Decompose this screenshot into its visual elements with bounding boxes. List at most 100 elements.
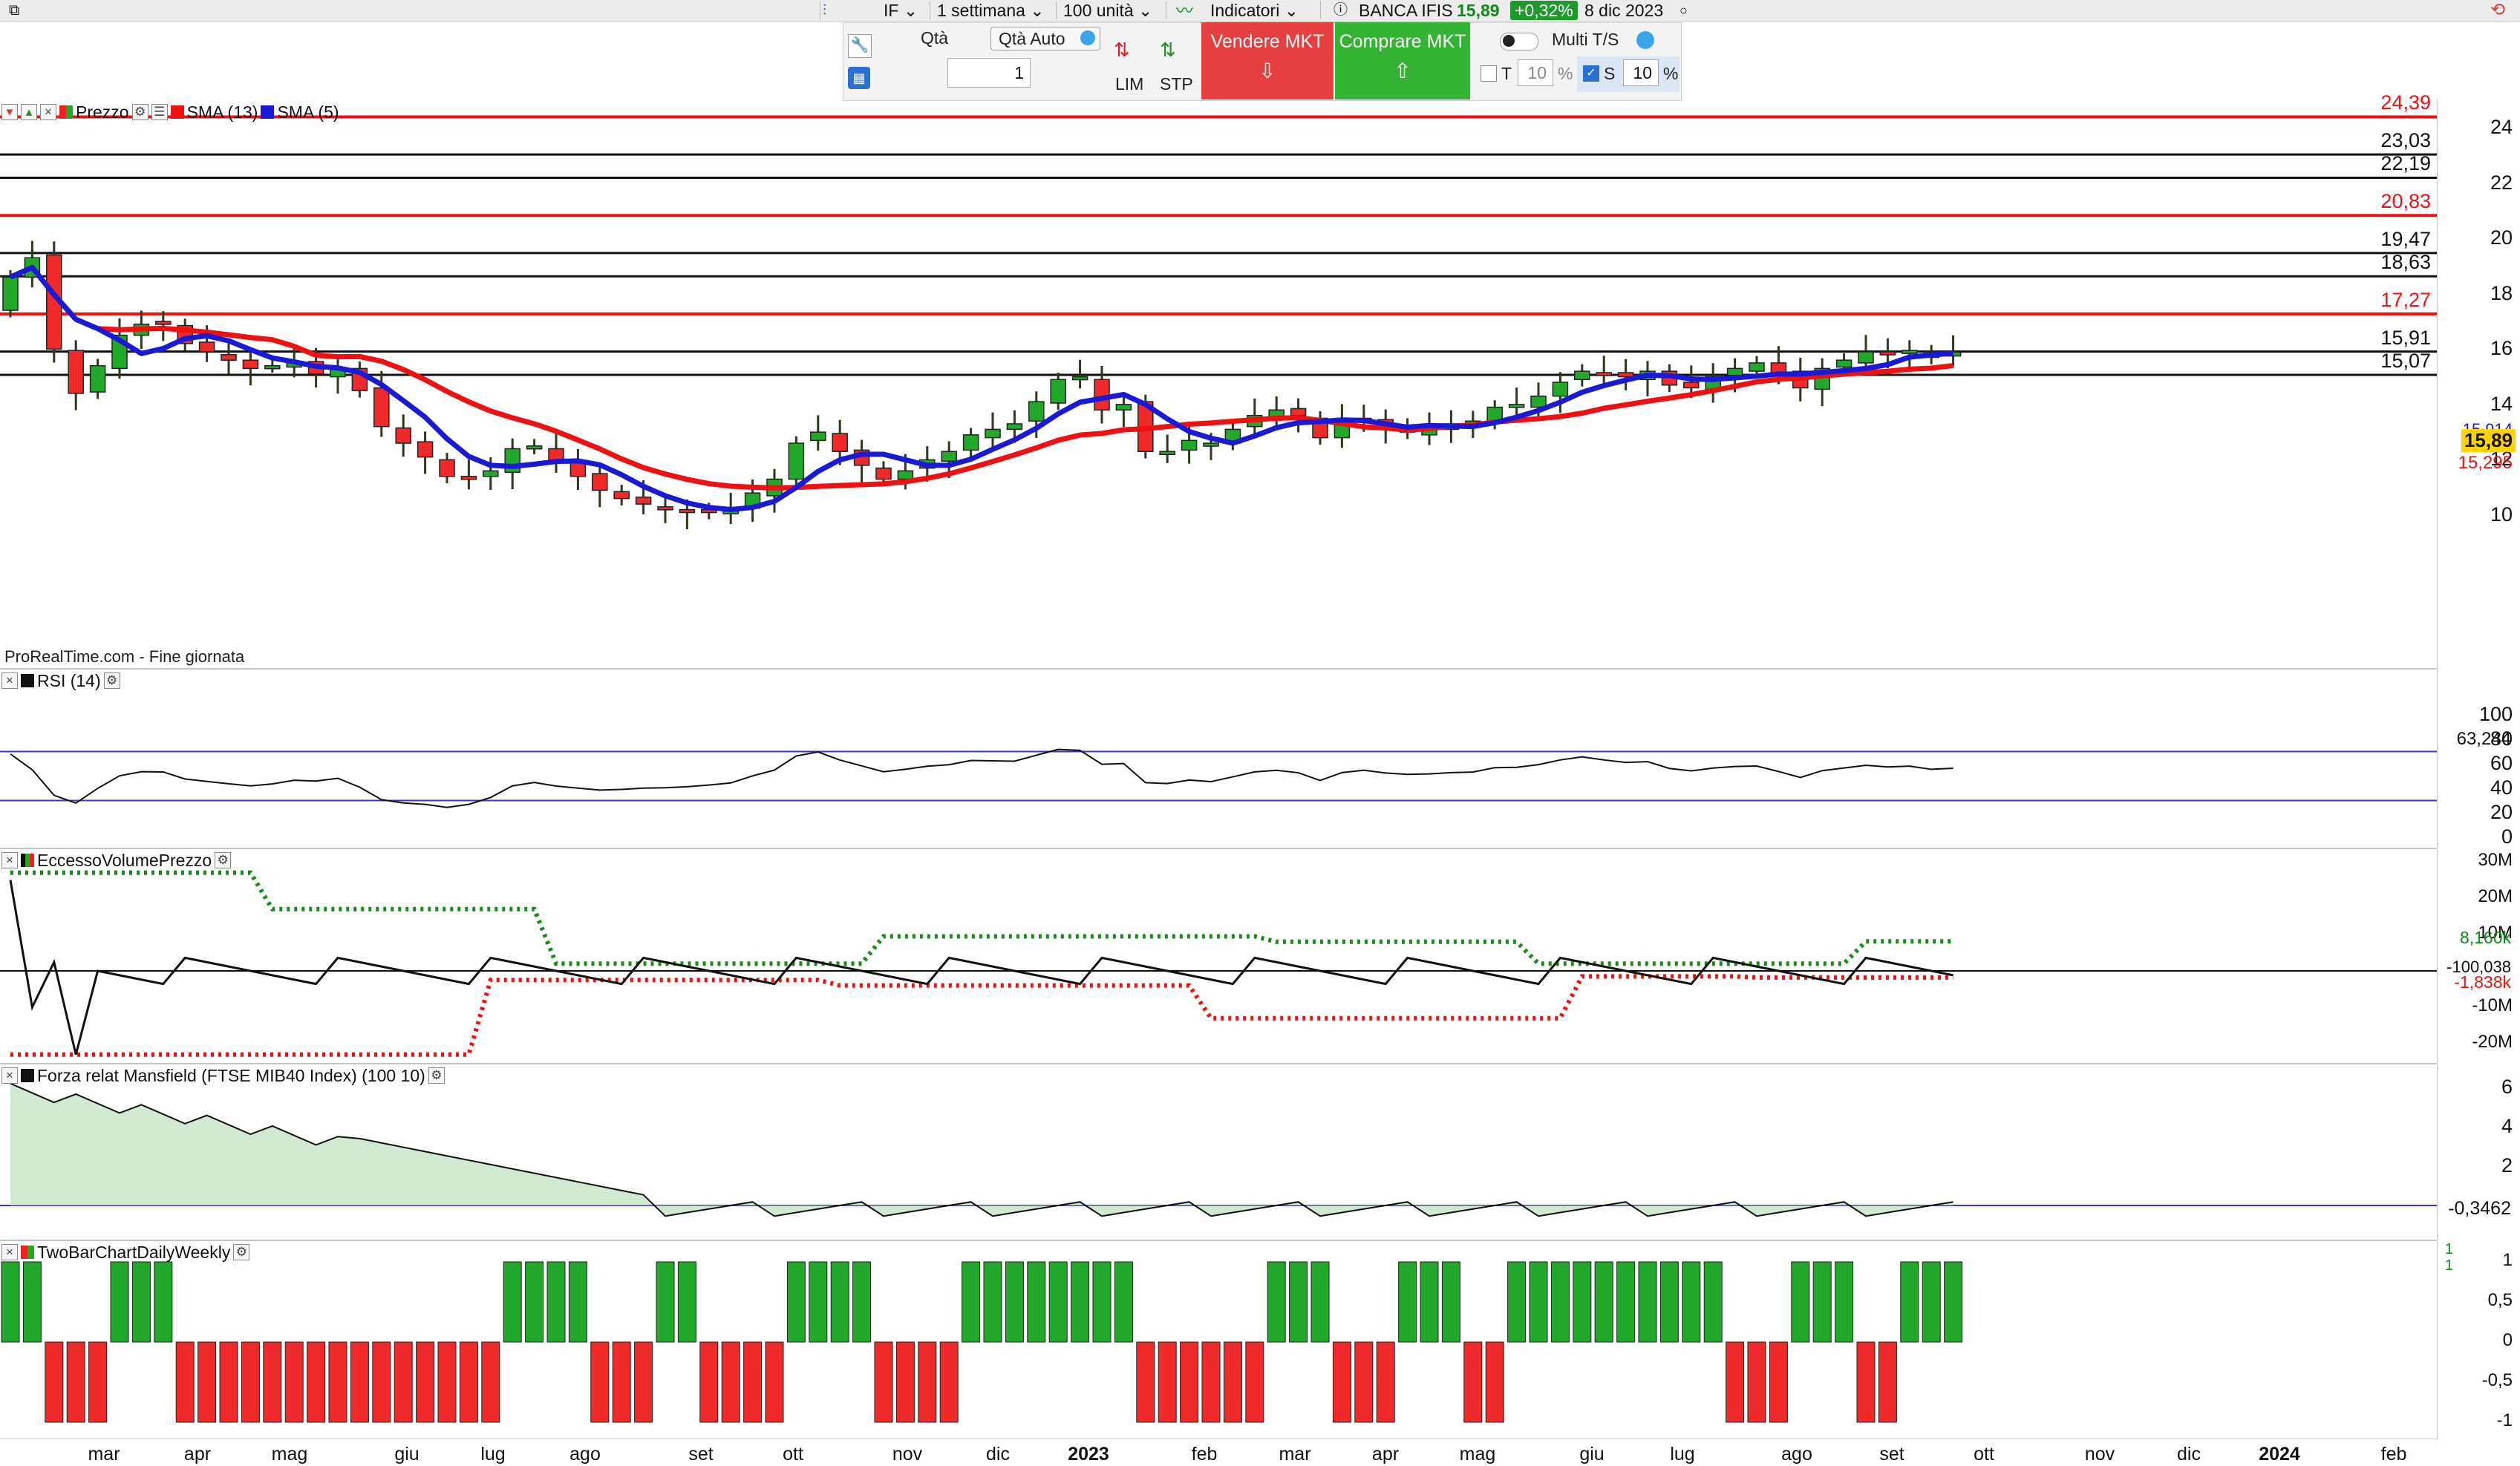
level-label: 17,27 [2380, 288, 2431, 311]
x-tick-label: lug [1670, 1444, 1695, 1465]
close-icon[interactable]: × [1, 1244, 18, 1260]
level-label: 15,91 [2380, 326, 2431, 349]
twobar-bar [1027, 1261, 1046, 1343]
multi-ts-toggle[interactable] [1500, 33, 1538, 50]
twobar-bar [1900, 1261, 1919, 1343]
candle-body [592, 473, 608, 491]
symbol-dropdown[interactable]: IF ⌄ [884, 0, 918, 21]
candle-body [1181, 439, 1198, 451]
wrench-icon[interactable]: ⚙ [215, 852, 232, 868]
candle-body [941, 451, 957, 462]
twobar-panel[interactable]: × TwoBarChartDailyWeekly ⚙ [0, 1241, 2437, 1439]
mansfield-chart[interactable] [0, 1064, 2437, 1240]
mansfield-legend-label: Forza relat Mansfield (FTSE MIB40 Index)… [37, 1066, 425, 1085]
period-dropdown[interactable]: 1 settimana ⌄ [937, 0, 1045, 21]
twobar-bar [1332, 1341, 1351, 1423]
candle-body [1879, 351, 1896, 356]
info-icon[interactable]: ⓘ [1334, 0, 1348, 21]
twobar-bar [416, 1341, 435, 1423]
x-tick-label: mag [1459, 1444, 1496, 1465]
candle-body [2, 276, 19, 311]
s-unit: % [1663, 64, 1679, 83]
buy-market-button[interactable]: Comprare MKT ⇧ [1335, 22, 1470, 99]
t-unit: % [1558, 64, 1573, 83]
evp-chart[interactable] [0, 849, 2437, 1063]
watermark: ProRealTime.com - Fine giornata [4, 647, 245, 666]
separator [1320, 1, 1321, 19]
mansfield-value-tag: -0,3462 [2448, 1198, 2511, 1219]
units-label: 100 unità [1063, 1, 1134, 20]
twobar-bar [809, 1261, 828, 1343]
t-checkbox[interactable] [1481, 65, 1497, 82]
buy-icon: ⇧ [1394, 59, 1411, 82]
t-input[interactable]: 10 [1518, 59, 1553, 86]
close-icon[interactable]: × [40, 104, 56, 120]
wrench-icon[interactable]: ⚙ [428, 1067, 445, 1084]
qty-auto-toggle[interactable]: Qtà Auto [990, 27, 1100, 50]
twobar-chart[interactable] [0, 1241, 2437, 1439]
twobar-bar [546, 1261, 566, 1343]
twobar-bar [481, 1341, 500, 1423]
limit-order-icon[interactable]: ⇅ [1114, 39, 1130, 62]
candle-body [569, 462, 587, 477]
twobar-bar [765, 1341, 784, 1423]
wrench-icon[interactable]: ⚙ [233, 1244, 250, 1260]
list-icon[interactable]: ☰ [151, 104, 168, 120]
mansfield-legend: × Forza relat Mansfield (FTSE MIB40 Inde… [1, 1064, 445, 1087]
twobar-bar [88, 1341, 108, 1423]
rsi-chart[interactable] [0, 670, 2437, 848]
help-bubble-icon[interactable] [1636, 31, 1654, 49]
twobar-bar [198, 1341, 217, 1423]
candle-style-icon[interactable]: ⫶ [823, 0, 826, 21]
order-tools: 🔧 ▦ [845, 28, 878, 95]
twobar-legend-label: TwoBarChartDailyWeekly [37, 1243, 231, 1262]
candle-body [373, 387, 390, 428]
price-chart[interactable] [0, 99, 2437, 668]
wrench-icon[interactable]: ⚙ [131, 104, 148, 120]
sma5-legend-label: SMA (5) [277, 102, 339, 122]
indicators-dropdown[interactable]: Indicatori ⌄ [1210, 0, 1299, 21]
candle-body [1617, 372, 1634, 378]
twobar-bar [284, 1341, 304, 1423]
time-axis[interactable]: mar apr mag giu lug ago set ott nov dic 2023 feb mar… [0, 1439, 2437, 1466]
candle-body [679, 508, 696, 514]
twobar-bar [263, 1341, 282, 1423]
sell-market-button[interactable]: Vendere MKT ⇩ [1201, 22, 1334, 99]
price-panel[interactable]: ▾ ▴ × Prezzo ⚙ ☰ SMA (13) SMA (5) ProRea… [0, 99, 2437, 670]
twobar-bar [1420, 1261, 1439, 1343]
keypad-icon[interactable]: ▦ [848, 67, 870, 89]
s-input[interactable]: 10 [1623, 59, 1659, 86]
evp-upper-line [10, 870, 1953, 966]
expand-icon[interactable]: ▴ [21, 104, 37, 120]
evp-line [9, 880, 1953, 1056]
mansfield-panel[interactable]: × Forza relat Mansfield (FTSE MIB40 Inde… [0, 1064, 2437, 1241]
wrench-icon[interactable]: 🔧 [848, 34, 872, 58]
twobar-bar [437, 1341, 457, 1423]
close-icon[interactable]: × [1, 673, 18, 689]
twobar-bar [66, 1341, 85, 1423]
twobar-bar [1529, 1261, 1548, 1343]
qty-input[interactable]: 1 [947, 58, 1031, 88]
wrench-icon[interactable]: ⚙ [103, 673, 120, 689]
s-checkbox[interactable]: ✓ [1583, 65, 1599, 82]
units-dropdown[interactable]: 100 unità ⌄ [1063, 0, 1152, 21]
level-label: 19,47 [2380, 227, 2431, 250]
candle-body [155, 321, 172, 325]
rsi-panel[interactable]: × RSI (14) ⚙ [0, 670, 2437, 849]
twobar-bar [1463, 1341, 1483, 1423]
stop-order-icon[interactable]: ⇅ [1160, 39, 1176, 62]
candle-body [417, 441, 434, 458]
collapse-icon[interactable]: ▾ [1, 104, 18, 120]
twobar-bar [895, 1341, 915, 1423]
x-tick-label: feb [1191, 1444, 1218, 1465]
candle-body [1596, 372, 1612, 376]
twobar-bar [1922, 1261, 1941, 1343]
level-label: 20,83 [2380, 190, 2431, 213]
close-icon[interactable]: × [1, 1067, 18, 1084]
evp-panel[interactable]: × EccessoVolumePrezzo ⚙ [0, 849, 2437, 1064]
y-tick-label: 20 [2490, 801, 2513, 823]
close-icon[interactable]: × [1, 852, 18, 868]
window-restore-icon[interactable]: ⧉ [9, 0, 19, 21]
y-tick-label: 100 [2478, 703, 2513, 725]
refresh-icon[interactable]: ⟲ [2490, 0, 2505, 21]
